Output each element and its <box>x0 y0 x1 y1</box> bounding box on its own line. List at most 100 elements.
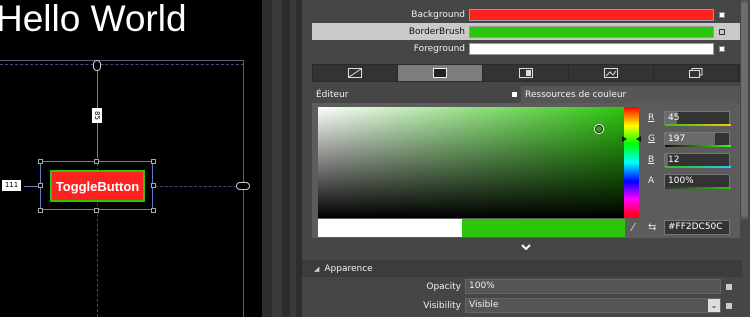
tab-no-brush[interactable] <box>313 65 399 81</box>
channel-a-bar <box>665 186 731 189</box>
resize-handle-br[interactable] <box>151 208 156 213</box>
canvas-top-edge <box>0 60 244 61</box>
properties-panel: Background BorderBrush Foreground Éditeu… <box>302 0 750 317</box>
editor-tabs: Éditeur Ressources de couleur <box>312 86 740 103</box>
channel-a-row: A 100% <box>648 172 734 189</box>
splitter-grip-2 <box>290 0 296 317</box>
right-margin-guide <box>155 186 241 187</box>
channel-r-input[interactable]: 45 <box>664 110 731 126</box>
brush-type-tabs <box>312 64 740 82</box>
brush-label: BorderBrush <box>408 26 465 37</box>
advanced-options-icon[interactable] <box>719 11 725 18</box>
channel-r-row: R 45 <box>648 109 734 126</box>
color-swap-icon[interactable]: ⇆ <box>648 222 656 233</box>
chevron-down-icon <box>521 244 531 250</box>
opacity-value: 100% <box>469 281 495 291</box>
solid-color-icon <box>433 68 448 78</box>
hue-slider[interactable] <box>624 107 639 218</box>
panel-splitter[interactable] <box>262 0 302 317</box>
channel-g-label: G <box>648 133 655 144</box>
brush-swatch[interactable] <box>469 25 714 38</box>
tab-solid-color[interactable] <box>398 65 484 81</box>
tab-editeur[interactable]: Éditeur <box>312 86 521 103</box>
opacity-input[interactable]: 100% <box>465 279 721 294</box>
channel-b-input[interactable]: 12 <box>664 152 731 168</box>
expand-triangle-icon: ◢ <box>314 264 320 273</box>
no-brush-icon <box>348 68 363 78</box>
toggle-button-label: ToggleButton <box>52 172 143 200</box>
tab-marker-icon <box>512 92 517 97</box>
opacity-label: Opacity <box>426 281 461 292</box>
channel-r-bar <box>665 123 731 126</box>
tab-ressources-couleur[interactable]: Ressources de couleur <box>521 86 740 103</box>
saturation-value-picker[interactable] <box>318 107 625 218</box>
resize-handle-r[interactable] <box>151 183 156 188</box>
channel-a-input[interactable]: 100% <box>664 173 731 189</box>
left-margin-line <box>24 186 38 187</box>
channel-b-row: B 12 <box>648 151 734 168</box>
channel-b-value: 12 <box>668 154 680 165</box>
visibility-value: Visible <box>469 300 499 310</box>
channel-b-bar <box>665 165 731 168</box>
collapse-editor-button[interactable] <box>312 240 740 254</box>
brush-row-borderbrush[interactable]: BorderBrush <box>312 23 740 40</box>
design-canvas[interactable]: Hello World 85 111 ToggleButton <box>0 0 262 317</box>
advanced-options-icon[interactable] <box>726 302 732 309</box>
tab-ressources-label: Ressources de couleur <box>525 89 627 100</box>
channel-b-label: B <box>648 154 655 165</box>
visibility-row: Visibility Visible ⌄ <box>302 297 742 314</box>
tab-tile-brush[interactable] <box>569 65 654 81</box>
brush-label: Background <box>411 9 465 20</box>
appearance-section-header[interactable]: ◢ Apparence <box>302 260 742 277</box>
channel-g-input[interactable]: 197 <box>664 131 731 147</box>
chevron-down-icon[interactable]: ⌄ <box>708 299 720 312</box>
top-margin-label: 85 <box>92 108 102 123</box>
toggle-button[interactable]: ToggleButton <box>50 170 145 202</box>
advanced-options-icon[interactable] <box>726 283 732 290</box>
splitter-grip <box>272 0 282 317</box>
current-color-preview <box>462 219 625 237</box>
color-editor: ⁄ R 45 G 197 B 12 A 100% ⇆ #FF2DC50C <box>312 103 740 238</box>
channel-r-value: 45 <box>668 112 680 123</box>
color-picker-ring-icon[interactable] <box>595 125 603 133</box>
eyedropper-icon[interactable]: ⁄ <box>626 221 640 235</box>
hello-world-text[interactable]: Hello World <box>0 0 187 40</box>
appearance-section-title: Apparence <box>324 263 373 274</box>
left-margin-label: 111 <box>2 180 21 191</box>
panel-scrollbar-thumb[interactable] <box>741 2 748 217</box>
resize-handle-tl[interactable] <box>38 159 43 164</box>
resize-handle-tr[interactable] <box>151 159 156 164</box>
gradient-icon <box>518 68 533 78</box>
channel-a-value: 100% <box>668 175 694 186</box>
tab-resource[interactable] <box>654 65 740 81</box>
advanced-options-icon[interactable] <box>719 28 725 35</box>
channel-g-row: G 197 <box>648 130 734 147</box>
tab-gradient[interactable] <box>483 65 569 81</box>
channel-a-label: A <box>648 175 655 186</box>
hex-color-input[interactable]: #FF2DC50C <box>664 220 730 235</box>
visibility-select[interactable]: Visible ⌄ <box>465 298 721 313</box>
tab-editeur-label: Éditeur <box>316 89 349 100</box>
resource-icon <box>688 68 703 78</box>
opacity-row: Opacity 100% <box>302 278 742 295</box>
right-anchor-pin-icon[interactable] <box>236 182 250 190</box>
channel-r-label: R <box>648 112 655 123</box>
resize-handle-t[interactable] <box>94 159 99 164</box>
resize-handle-bl[interactable] <box>38 208 43 213</box>
brush-swatch[interactable] <box>469 42 714 55</box>
hue-slider-thumb[interactable] <box>622 136 641 142</box>
top-anchor-pin-icon[interactable] <box>93 60 101 71</box>
tile-brush-icon <box>603 68 618 78</box>
brush-row-foreground[interactable]: Foreground <box>312 40 740 57</box>
brush-row-background[interactable]: Background <box>312 6 740 23</box>
visibility-label: Visibility <box>423 300 461 311</box>
resize-handle-b[interactable] <box>94 208 99 213</box>
brush-label: Foreground <box>413 43 465 54</box>
canvas-top-guide <box>0 64 244 65</box>
brush-swatch[interactable] <box>469 8 714 21</box>
channel-g-bar <box>665 144 731 147</box>
channel-g-value: 197 <box>668 133 686 144</box>
advanced-options-icon[interactable] <box>719 45 725 52</box>
resize-handle-l[interactable] <box>38 183 43 188</box>
previous-color-preview <box>318 219 462 237</box>
